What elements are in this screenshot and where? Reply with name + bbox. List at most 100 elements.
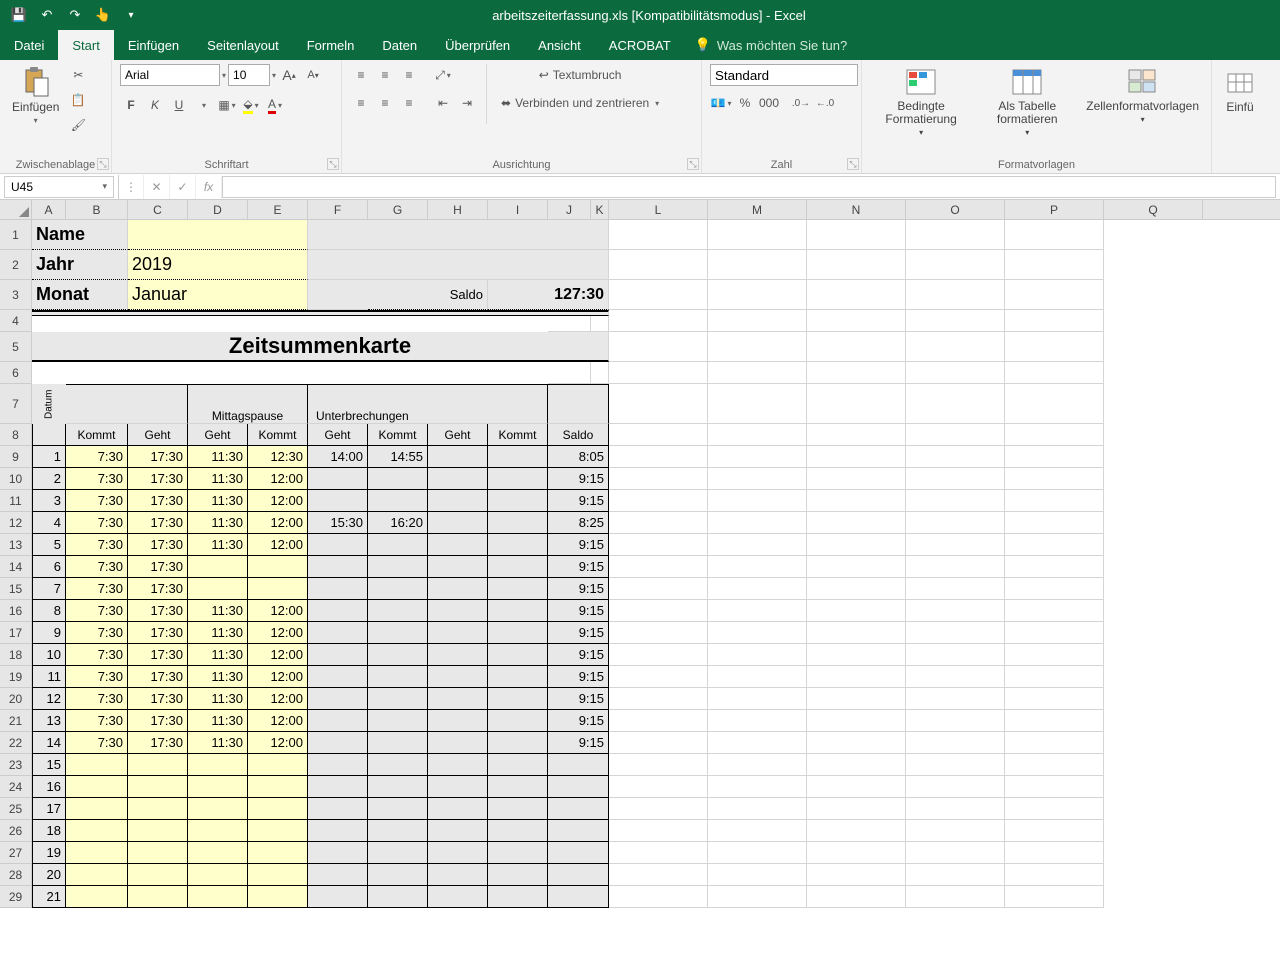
cell[interactable]: [708, 666, 807, 688]
cell[interactable]: [807, 512, 906, 534]
cell[interactable]: [708, 732, 807, 754]
align-right-icon[interactable]: ≡: [398, 92, 420, 114]
number-dialog-icon[interactable]: ⤡: [847, 158, 859, 170]
cell-geht[interactable]: 17:30: [128, 732, 188, 754]
cell-mittag-geht[interactable]: [188, 842, 248, 864]
cell-unt-kommt2[interactable]: [488, 864, 548, 886]
cell[interactable]: [708, 644, 807, 666]
cell-unt-kommt1[interactable]: [368, 666, 428, 688]
cell-mittag-geht[interactable]: 11:30: [188, 710, 248, 732]
cell-unt-kommt2[interactable]: [488, 446, 548, 468]
tab-einfuegen[interactable]: Einfügen: [114, 30, 193, 60]
cell-unt-geht1[interactable]: [308, 600, 368, 622]
cell[interactable]: [609, 310, 708, 332]
cell-unt-geht2[interactable]: [428, 798, 488, 820]
insert-cells-button[interactable]: Einfü: [1220, 64, 1260, 116]
cell-saldo[interactable]: 9:15: [548, 644, 609, 666]
cell[interactable]: [609, 556, 708, 578]
input-jahr[interactable]: 2019: [128, 250, 308, 280]
cell[interactable]: [1005, 644, 1104, 666]
cell-geht[interactable]: 17:30: [128, 600, 188, 622]
cell-day[interactable]: 17: [32, 798, 66, 820]
cell[interactable]: [609, 490, 708, 512]
row-header[interactable]: 10: [0, 468, 31, 490]
cell[interactable]: [708, 776, 807, 798]
cell[interactable]: [1005, 310, 1104, 332]
cell[interactable]: [609, 688, 708, 710]
cell-saldo[interactable]: 9:15: [548, 490, 609, 512]
cell-mittag-kommt[interactable]: 12:00: [248, 490, 308, 512]
cell[interactable]: [708, 332, 807, 362]
cell[interactable]: [807, 886, 906, 908]
cell-mittag-kommt[interactable]: 12:30: [248, 446, 308, 468]
cell-kommt[interactable]: 7:30: [66, 578, 128, 600]
cell[interactable]: [807, 310, 906, 332]
cell-saldo[interactable]: 9:15: [548, 600, 609, 622]
qat-customize-icon[interactable]: ▾: [118, 2, 144, 28]
cell-mittag-kommt[interactable]: [248, 578, 308, 600]
cell[interactable]: [906, 490, 1005, 512]
touch-mode-icon[interactable]: 👆: [90, 2, 116, 28]
cell-kommt[interactable]: [66, 754, 128, 776]
cell[interactable]: [548, 362, 591, 384]
align-left-icon[interactable]: ≡: [350, 92, 372, 114]
cell-unt-geht2[interactable]: [428, 820, 488, 842]
cell[interactable]: [1005, 512, 1104, 534]
cell-mittag-geht[interactable]: 11:30: [188, 732, 248, 754]
cell-day[interactable]: 21: [32, 886, 66, 908]
cell-kommt[interactable]: 7:30: [66, 622, 128, 644]
cell[interactable]: [1005, 280, 1104, 310]
cell-unt-geht1[interactable]: [308, 776, 368, 798]
cell-saldo[interactable]: [548, 798, 609, 820]
cell-styles-button[interactable]: Zellenformatvorlagen▾: [1082, 64, 1203, 126]
cell-saldo[interactable]: [548, 754, 609, 776]
format-table-button[interactable]: Als Tabelle formatieren▾: [976, 64, 1078, 139]
wrap-text-button[interactable]: ↩Textumbruch: [495, 64, 665, 86]
cell[interactable]: [1005, 688, 1104, 710]
cell[interactable]: [609, 250, 708, 280]
cell-geht[interactable]: [128, 820, 188, 842]
cell[interactable]: [1005, 534, 1104, 556]
cell[interactable]: [807, 384, 906, 424]
cell[interactable]: [906, 622, 1005, 644]
cell-geht[interactable]: [128, 754, 188, 776]
number-format-input[interactable]: [710, 64, 858, 86]
cell[interactable]: [708, 534, 807, 556]
cell[interactable]: [609, 468, 708, 490]
cell-mittag-geht[interactable]: [188, 798, 248, 820]
cell[interactable]: [807, 798, 906, 820]
enter-icon[interactable]: ✓: [170, 175, 196, 199]
cell[interactable]: [708, 798, 807, 820]
cell-saldo[interactable]: [548, 842, 609, 864]
input-monat[interactable]: Januar: [128, 280, 308, 310]
cell[interactable]: [807, 446, 906, 468]
cell[interactable]: [1005, 842, 1104, 864]
cell[interactable]: [609, 820, 708, 842]
cell[interactable]: [1005, 220, 1104, 250]
cell-kommt[interactable]: 7:30: [66, 534, 128, 556]
col-header[interactable]: G: [368, 200, 428, 219]
cell[interactable]: [609, 424, 708, 446]
cell[interactable]: [708, 310, 807, 332]
cell[interactable]: [708, 250, 807, 280]
cell[interactable]: [708, 490, 807, 512]
cell-unt-kommt2[interactable]: [488, 732, 548, 754]
cell-day[interactable]: 1: [32, 446, 66, 468]
cell-kommt[interactable]: 7:30: [66, 490, 128, 512]
cell[interactable]: [1005, 864, 1104, 886]
cell-saldo[interactable]: 9:15: [548, 468, 609, 490]
col-header[interactable]: Q: [1104, 200, 1203, 219]
cell-unt-kommt2[interactable]: [488, 622, 548, 644]
cell-kommt[interactable]: 7:30: [66, 644, 128, 666]
cell-unt-kommt1[interactable]: [368, 842, 428, 864]
col-header[interactable]: I: [488, 200, 548, 219]
cell[interactable]: [708, 424, 807, 446]
insert-function-icon[interactable]: ⋮: [118, 175, 144, 199]
cell[interactable]: [708, 754, 807, 776]
cell-unt-geht1[interactable]: [308, 644, 368, 666]
cell[interactable]: [807, 250, 906, 280]
cell[interactable]: [807, 864, 906, 886]
tab-acrobat[interactable]: ACROBAT: [595, 30, 685, 60]
orientation-icon[interactable]: ⤢: [432, 64, 454, 86]
cell-mittag-kommt[interactable]: 12:00: [248, 468, 308, 490]
